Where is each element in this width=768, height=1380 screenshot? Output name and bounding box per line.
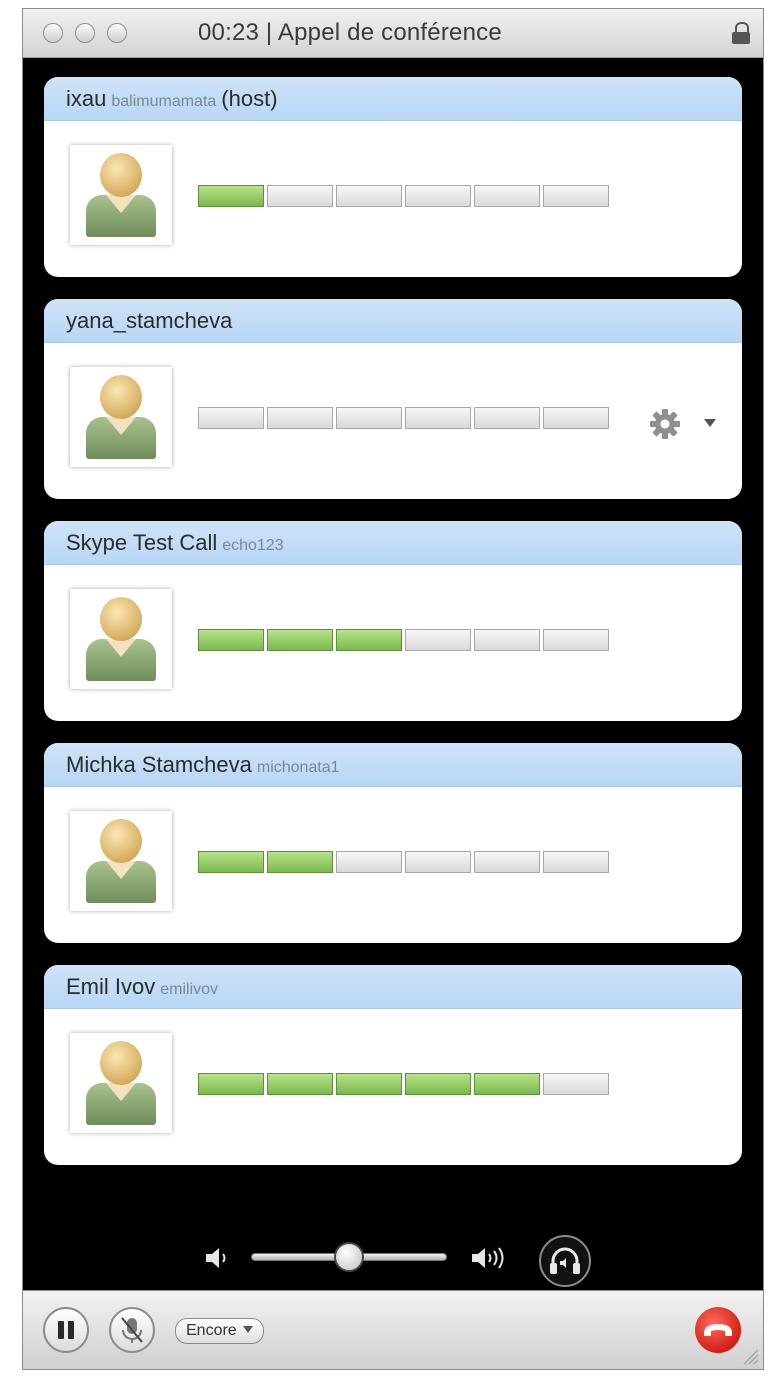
avatar (70, 811, 172, 911)
avatar (70, 589, 172, 689)
call-toolbar: Encore (23, 1290, 763, 1369)
sound-level-meter (198, 851, 609, 875)
meter-segment (198, 407, 264, 429)
meter-segment (405, 629, 471, 651)
close-window-button[interactable] (43, 23, 63, 43)
meter-segment-active (267, 629, 333, 651)
meter-segment-active (198, 851, 264, 873)
sound-level-meter (198, 407, 609, 431)
conference-call-window: 00:23 | Appel de conférence ixau balimuma… (22, 8, 764, 1370)
participant-name: yana_stamcheva (66, 308, 233, 333)
participant-username: emilivov (160, 981, 219, 998)
participant-name: ixau (66, 86, 107, 111)
meter-segment-active (336, 1073, 402, 1095)
participant-name: Emil Ivov (66, 974, 156, 999)
chevron-down-icon (242, 1326, 253, 1333)
participant-username: echo123 (222, 537, 284, 554)
meter-segment (474, 851, 540, 873)
meter-segment-active (267, 1073, 333, 1095)
participant-name: Michka Stamcheva (66, 752, 252, 777)
avatar (70, 367, 172, 467)
meter-segment (405, 851, 471, 873)
participant-header: yana_stamcheva (44, 299, 742, 343)
participant-header: Skype Test Call echo123 (44, 521, 742, 565)
participant-header: Emil Ivov emilivov (44, 965, 742, 1009)
participant-username: balimumamata (111, 93, 217, 110)
meter-segment-active (474, 1073, 540, 1095)
mic-mute-icon (121, 1317, 143, 1343)
sound-level-meter (198, 629, 609, 653)
headset-button[interactable] (539, 1235, 591, 1287)
meter-segment-active (198, 629, 264, 651)
meter-segment (405, 185, 471, 207)
gear-icon[interactable] (648, 407, 682, 441)
meter-segment-active (198, 1073, 264, 1095)
meter-segment (336, 851, 402, 873)
meter-segment-active (267, 851, 333, 873)
meter-segment (474, 629, 540, 651)
participant-card: Michka Stamcheva michonata1 (44, 743, 742, 943)
more-options-label: Encore (186, 1322, 237, 1339)
meter-segment (474, 407, 540, 429)
participant-username: michonata1 (256, 759, 340, 776)
hold-button[interactable] (43, 1307, 89, 1353)
window-title: 00:23 | Appel de conférence (198, 19, 502, 46)
meter-segment (405, 407, 471, 429)
participant-header: ixau balimumamata (host) (44, 77, 742, 121)
zoom-window-button[interactable] (107, 23, 127, 43)
more-options-button[interactable]: Encore (175, 1318, 264, 1344)
meter-segment-active (405, 1073, 471, 1095)
hangup-button[interactable] (695, 1307, 741, 1353)
participant-name: Skype Test Call (66, 530, 218, 555)
meter-segment (543, 407, 609, 429)
meter-segment (474, 185, 540, 207)
speaker-low-icon (206, 1248, 226, 1268)
volume-slider-knob[interactable] (334, 1242, 364, 1272)
mute-button[interactable] (109, 1307, 155, 1353)
speaker-high-icon (472, 1247, 504, 1269)
headset-icon (550, 1247, 580, 1274)
meter-segment-active (336, 629, 402, 651)
avatar (70, 145, 172, 245)
meter-segment (543, 185, 609, 207)
participant-card: ixau balimumamata (host) (44, 77, 742, 277)
sound-level-meter (198, 1073, 609, 1097)
minimize-window-button[interactable] (75, 23, 95, 43)
volume-controls (23, 1221, 763, 1293)
meter-segment (543, 851, 609, 873)
avatar (70, 1033, 172, 1133)
participant-card: Skype Test Call echo123 (44, 521, 742, 721)
meter-segment (543, 1073, 609, 1095)
meter-segment (267, 407, 333, 429)
meter-segment (543, 629, 609, 651)
hangup-icon (704, 1324, 732, 1336)
participant-card: yana_stamcheva (44, 299, 742, 499)
host-label: (host) (221, 86, 278, 111)
meter-segment (336, 185, 402, 207)
meter-segment (336, 407, 402, 429)
meter-segment (267, 185, 333, 207)
resize-grip-icon[interactable] (741, 1347, 759, 1365)
lock-icon (731, 22, 751, 44)
title-bar: 00:23 | Appel de conférence (23, 9, 763, 58)
meter-segment-active (198, 185, 264, 207)
chevron-down-icon[interactable] (704, 419, 716, 427)
participant-card: Emil Ivov emilivov (44, 965, 742, 1165)
sound-level-meter (198, 185, 609, 209)
participant-header: Michka Stamcheva michonata1 (44, 743, 742, 787)
